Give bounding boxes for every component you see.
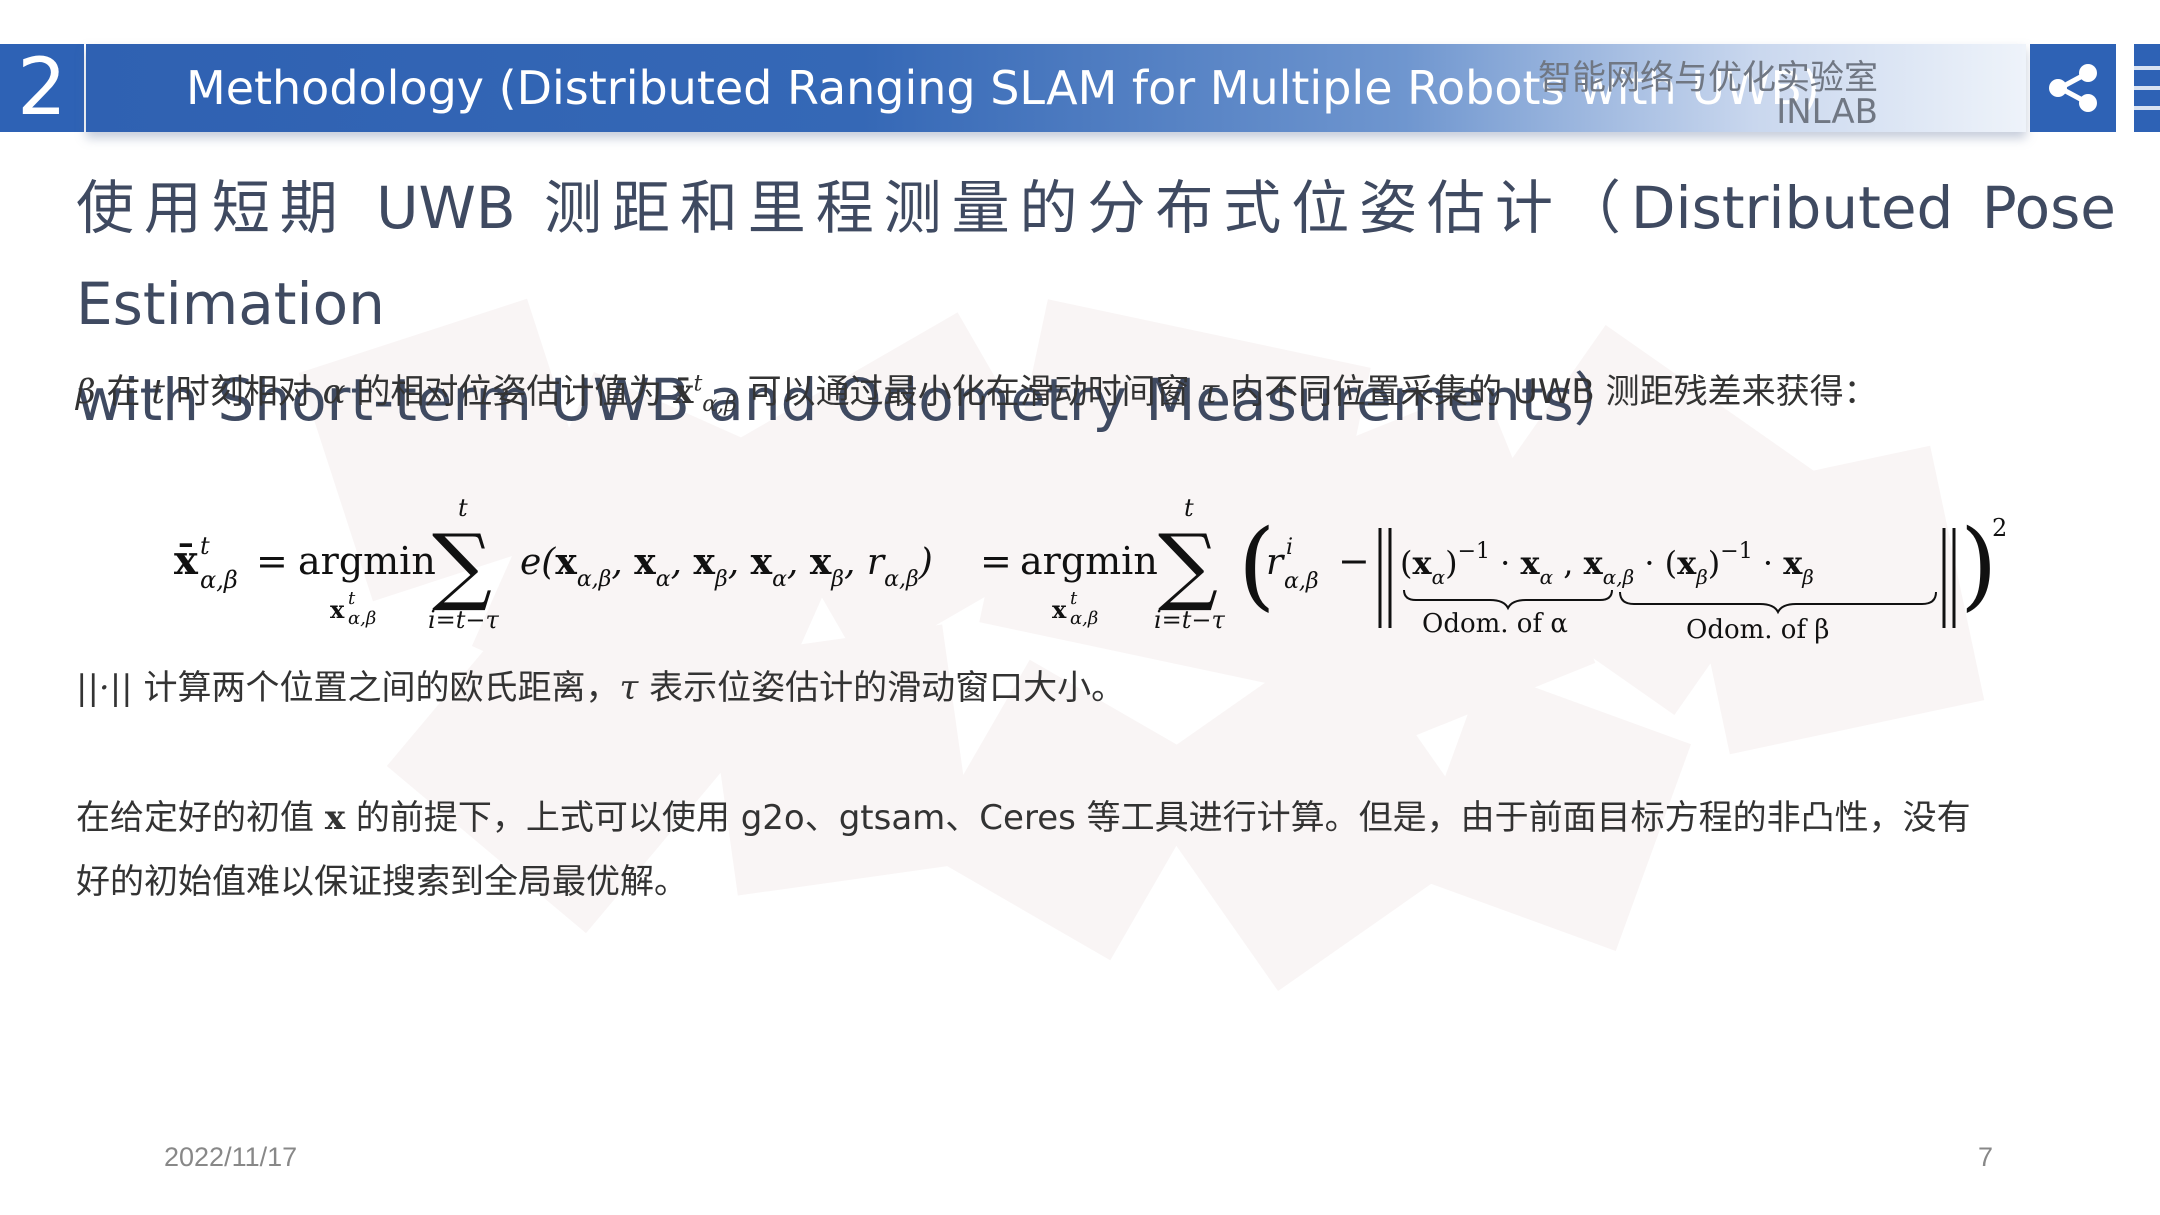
lab-name-en: INLAB [1776,92,1878,132]
sum-symbol-2: ∑ [1158,516,1218,614]
footer-date: 2022/11/17 [164,1142,298,1172]
heading-line-1: 使用短期 UWB 测距和里程测量的分布式位姿估计（Distributed Pos… [76,174,2116,338]
svg-text:=: = [980,539,1012,583]
page-number: 7 [1978,1142,1994,1172]
sum-symbol-1: ∑ [432,516,492,614]
svg-text:=: = [256,539,288,583]
svg-text:r: r [1266,542,1285,583]
svg-text:α,β: α,β [200,566,238,594]
svg-text:α,β: α,β [1070,608,1098,629]
error-function: e(xα,β, xα, xβ, xα, xβ, rα,β) [520,541,933,592]
formula-lhs: x̄ [174,537,199,584]
svg-text:i=t−τ: i=t−τ [428,606,500,634]
svg-text:t: t [348,588,356,609]
title-band: Methodology (Distributed Ranging SLAM fo… [86,44,2026,132]
share-button[interactable] [2030,44,2116,132]
svg-text:α,β: α,β [348,608,376,629]
paragraph-1: β 在 t 时刻相对 α 的相对位姿估计值为 x̄tα,β 可以通过最小化在滑动… [76,371,1878,417]
svg-text:α,β: α,β [1284,569,1319,594]
odom-beta-label: Odom. of β [1686,615,1829,645]
paragraph-2: ||·|| 计算两个位置之间的欧氏距离，τ 表示位姿估计的滑动窗口大小。 [76,668,1126,708]
svg-text:x: x [330,595,345,624]
svg-text:i: i [1286,535,1293,560]
svg-text:t: t [1070,588,1078,609]
argmin-1: argmin [298,539,436,583]
formula-power: 2 [1992,514,2007,542]
svg-text:i=t−τ: i=t−τ [1154,606,1226,634]
optimization-formula: x̄ t α,β = argmin x t α,β t ∑ i=t−τ e(xα… [174,494,2007,645]
share-icon [2049,64,2097,112]
odometry-expression: (xα)−1 · xα , xα,β · (xβ)−1 · xβ [1400,539,1814,589]
section-number: 2 [0,44,84,132]
paragraph-3: 在给定好的初值 x 的前提下，上式可以使用 g2o、gtsam、Ceres 等工… [76,798,1971,902]
svg-text:x: x [1052,595,1067,624]
odom-alpha-label: Odom. of α [1422,609,1568,639]
argmin-2: argmin [1020,539,1158,583]
side-tab[interactable] [2134,44,2160,132]
svg-text:t: t [200,532,210,560]
header-bar: 2 Methodology (Distributed Ranging SLAM … [0,44,2160,132]
svg-text:−: − [1338,539,1370,583]
